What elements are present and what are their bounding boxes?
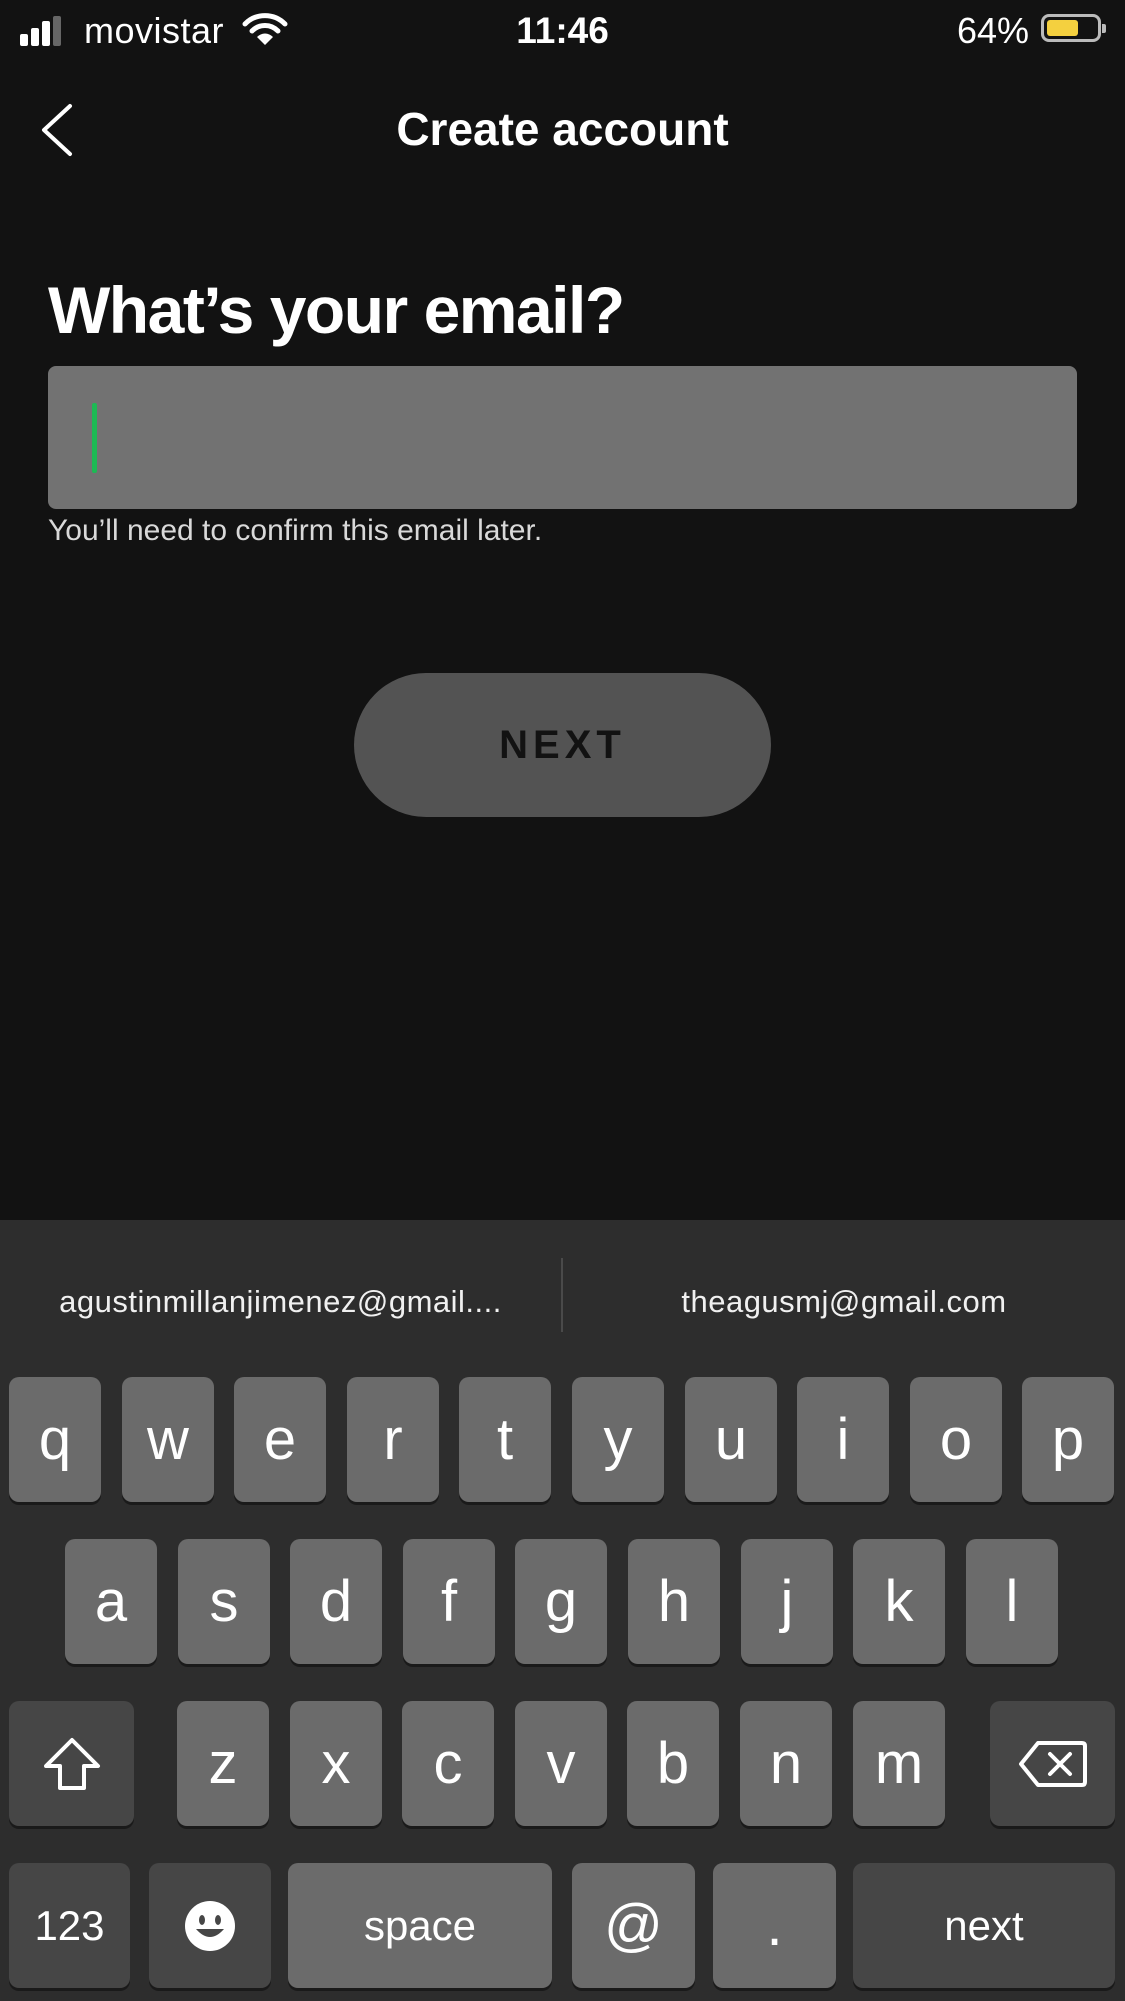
key-x[interactable]: x (290, 1701, 382, 1826)
key-k[interactable]: k (853, 1539, 945, 1664)
autofill-suggestion-bar: agustinmillanjimenez@gmail.... theagusmj… (0, 1220, 1125, 1370)
shift-key[interactable] (9, 1701, 134, 1826)
key-r[interactable]: r (347, 1377, 439, 1502)
backspace-icon (1018, 1740, 1087, 1787)
key-t[interactable]: t (459, 1377, 551, 1502)
onscreen-keyboard: agustinmillanjimenez@gmail.... theagusmj… (0, 1220, 1125, 2001)
key-g[interactable]: g (515, 1539, 607, 1664)
key-f[interactable]: f (403, 1539, 495, 1664)
next-button[interactable]: NEXT (354, 673, 771, 817)
key-i[interactable]: i (797, 1377, 889, 1502)
nav-bar: Create account (0, 90, 1125, 170)
status-bar: movistar 11:46 64% (0, 0, 1125, 62)
key-p[interactable]: p (1022, 1377, 1114, 1502)
emoji-smile-icon (185, 1900, 235, 1951)
key-j[interactable]: j (741, 1539, 833, 1664)
email-suggestion[interactable]: theagusmj@gmail.com (563, 1220, 1125, 1370)
period-key[interactable]: . (713, 1863, 836, 1988)
key-y[interactable]: y (572, 1377, 664, 1502)
key-o[interactable]: o (910, 1377, 1002, 1502)
at-key[interactable]: @ (572, 1863, 695, 1988)
email-question-heading: What’s your email? (48, 273, 625, 347)
key-s[interactable]: s (178, 1539, 270, 1664)
key-n[interactable]: n (740, 1701, 832, 1826)
key-l[interactable]: l (966, 1539, 1058, 1664)
key-a[interactable]: a (65, 1539, 157, 1664)
numbers-key[interactable]: 123 (9, 1863, 130, 1988)
key-e[interactable]: e (234, 1377, 326, 1502)
battery-level (1047, 20, 1078, 36)
key-u[interactable]: u (685, 1377, 777, 1502)
battery-icon (1041, 14, 1106, 42)
key-c[interactable]: c (402, 1701, 494, 1826)
key-d[interactable]: d (290, 1539, 382, 1664)
key-b[interactable]: b (627, 1701, 719, 1826)
email-suggestion[interactable]: agustinmillanjimenez@gmail.... (0, 1220, 561, 1370)
page-title: Create account (396, 103, 729, 155)
emoji-key[interactable] (149, 1863, 271, 1988)
key-m[interactable]: m (853, 1701, 945, 1826)
key-v[interactable]: v (515, 1701, 607, 1826)
key-z[interactable]: z (177, 1701, 269, 1826)
space-key[interactable]: space (288, 1863, 552, 1988)
next-return-key[interactable]: next (853, 1863, 1115, 1988)
key-w[interactable]: w (122, 1377, 214, 1502)
delete-key[interactable] (990, 1701, 1115, 1826)
battery-percentage: 64% (956, 10, 1029, 51)
key-h[interactable]: h (628, 1539, 720, 1664)
text-caret (92, 403, 97, 473)
key-q[interactable]: q (9, 1377, 101, 1502)
email-helper-text: You’ll need to confirm this email later. (48, 514, 543, 547)
shift-arrow-icon (43, 1737, 100, 1790)
email-field[interactable] (48, 366, 1077, 509)
